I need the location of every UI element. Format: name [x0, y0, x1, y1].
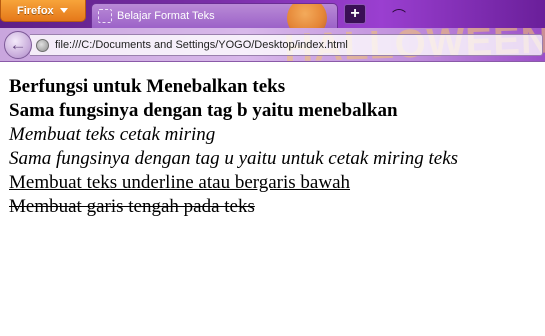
underline-text-line: Membuat teks underline atau bergaris baw… — [9, 172, 351, 193]
bat-decoration-icon: ⌒ — [392, 8, 406, 24]
page-content: Berfungsi untuk Menebalkan teks Sama fun… — [9, 75, 539, 219]
strikethrough-text-line: Membuat garis tengah pada teks — [9, 196, 255, 217]
bold-text-line: Sama fungsinya dengan tag b yaitu meneba… — [9, 100, 398, 121]
pumpkin-decoration-icon — [287, 4, 327, 28]
back-button[interactable]: ← — [4, 31, 32, 59]
bold-text-line: Berfungsi untuk Menebalkan teks — [9, 76, 286, 97]
page-favicon-icon — [98, 9, 112, 23]
firefox-menu-button[interactable]: Firefox — [0, 0, 86, 22]
new-tab-button[interactable]: + — [344, 4, 366, 24]
navigation-toolbar: HALLOWEEN file:///C:/Documents and Setti… — [0, 28, 545, 62]
italic-text-line: Membuat teks cetak miring — [9, 124, 216, 145]
firefox-menu-label: Firefox — [17, 4, 54, 17]
tab-belajar-format-teks[interactable]: Belajar Format Teks — [91, 3, 338, 28]
globe-icon — [36, 38, 49, 52]
chevron-down-icon — [59, 8, 68, 13]
back-arrow-icon: ← — [9, 35, 27, 54]
italic-text-line: Sama fungsinya dengan tag u yaitu untuk … — [9, 148, 459, 169]
tab-title: Belajar Format Teks — [117, 10, 215, 22]
tab-strip: ⌒ ⌒ Firefox Belajar Format Teks + — [0, 0, 545, 28]
address-bar[interactable]: file:///C:/Documents and Settings/YOGO/D… — [30, 34, 543, 56]
plus-icon: + — [350, 5, 360, 22]
url-text: file:///C:/Documents and Settings/YOGO/D… — [55, 39, 348, 51]
